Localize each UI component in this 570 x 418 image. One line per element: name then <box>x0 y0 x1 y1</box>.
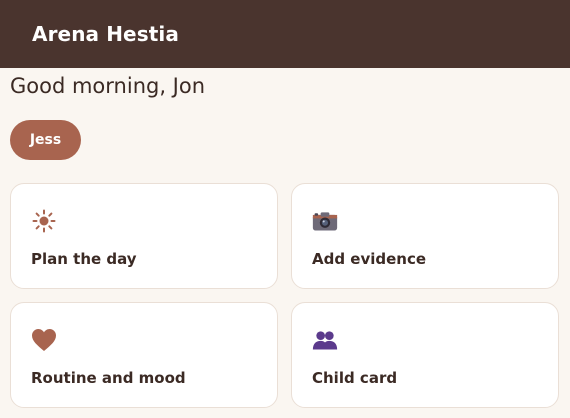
card-label: Add evidence <box>312 250 427 268</box>
people-icon <box>312 327 338 353</box>
card-label: Plan the day <box>31 250 137 268</box>
routine-and-mood-card[interactable]: Routine and mood <box>10 302 278 408</box>
child-card[interactable]: Child card <box>291 302 559 408</box>
heart-icon <box>31 327 57 353</box>
card-label: Routine and mood <box>31 369 186 387</box>
child-selector-chip[interactable]: Jess <box>10 120 81 160</box>
app-title: Arena Hestia <box>32 22 179 46</box>
camera-icon <box>312 208 338 234</box>
plan-the-day-card[interactable]: Plan the day <box>10 183 278 289</box>
card-label: Child card <box>312 369 398 387</box>
app-header: Arena Hestia <box>0 0 570 68</box>
add-evidence-card[interactable]: Add evidence <box>291 183 559 289</box>
greeting-heading: Good morning, Jon <box>10 74 206 98</box>
sun-icon <box>31 208 57 234</box>
